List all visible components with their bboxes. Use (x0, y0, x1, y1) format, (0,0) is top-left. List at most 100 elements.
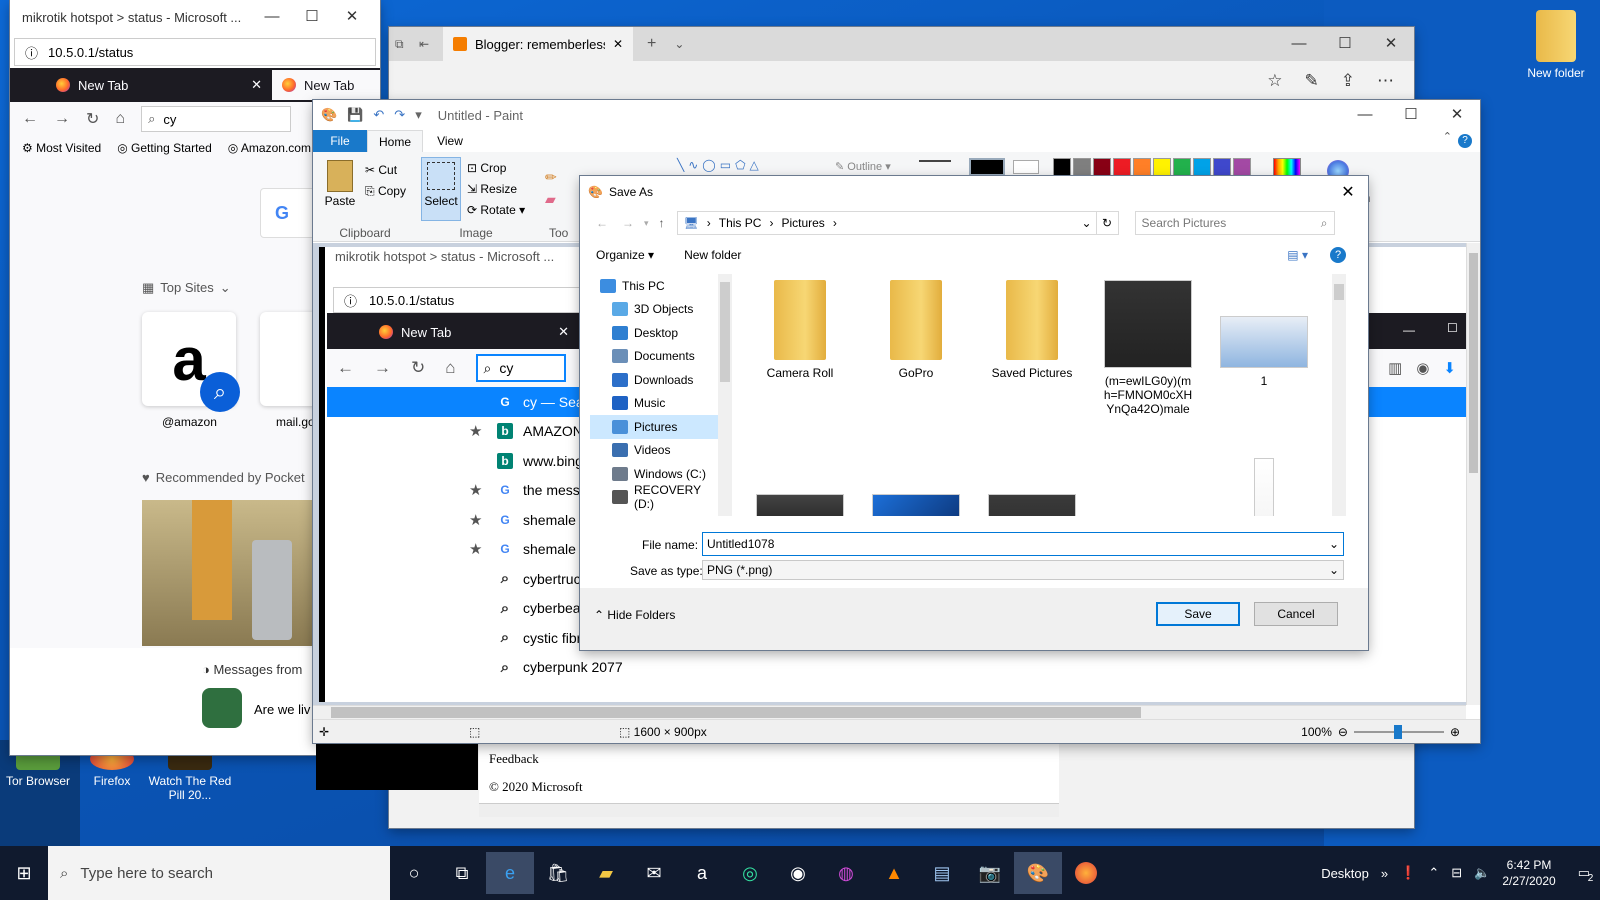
nav-item[interactable]: Music (590, 392, 718, 416)
chevron-down-icon[interactable]: ⌄ (674, 37, 684, 51)
new-tab-button[interactable]: + (647, 35, 656, 53)
close-button[interactable]: ✕ (332, 2, 372, 32)
redo-icon[interactable]: ↷ (394, 107, 405, 123)
image-tile[interactable]: 610 (864, 458, 968, 516)
size-button[interactable] (919, 160, 951, 176)
tab-view[interactable]: View (423, 130, 477, 152)
desktop-icon-red-pill[interactable]: Watch The Red Pill 20... (148, 748, 232, 802)
address-bar[interactable]: ⓘ 10.5.0.1/status (14, 38, 376, 66)
pocket-article-image[interactable] (142, 500, 322, 646)
search-input[interactable]: ⌕ cy (475, 354, 566, 382)
taskbar-paint[interactable]: 🎨 (1014, 852, 1062, 894)
favorites-icon[interactable]: ☆ (1267, 71, 1282, 91)
download-icon[interactable]: ⬇ (1443, 359, 1456, 377)
image-tile[interactable]: bITMAPIMAGEIN (1212, 458, 1316, 516)
taskbar-edge[interactable]: e (486, 852, 534, 894)
forward-icon[interactable]: → (622, 216, 634, 230)
image-tile[interactable]: (m=ewILG0y)(m h=FMNOM0cXH YnQa42O)male (1096, 280, 1200, 416)
address-bar[interactable]: ⓘ 10.5.0.1/status (333, 287, 583, 313)
close-tab-icon[interactable]: ✕ (251, 77, 262, 93)
nav-item[interactable]: Windows (C:) (590, 462, 718, 486)
feedback-link[interactable]: Feedback (489, 745, 1049, 773)
maximize-button[interactable]: ☐ (1322, 29, 1368, 59)
sidebar-icon[interactable]: ▥ (1388, 359, 1402, 377)
crop-button[interactable]: ⊡ Crop (467, 158, 525, 179)
cut-button[interactable]: ✂ Cut (365, 160, 406, 181)
eraser-icon[interactable]: ▰ (545, 188, 557, 210)
scroll-thumb[interactable] (331, 707, 1141, 718)
maximize-button[interactable]: ☐ (1388, 100, 1434, 130)
taskbar-app-1[interactable]: ◉ (774, 852, 822, 894)
zoom-slider-thumb[interactable] (1393, 724, 1402, 739)
paint-hscrollbar[interactable] (313, 705, 1466, 719)
reload-icon[interactable]: ↻ (86, 109, 99, 129)
recent-locations-icon[interactable]: ▾ (644, 218, 649, 229)
nav-item[interactable]: 3D Objects (590, 298, 718, 322)
suggestion-row[interactable]: ⌕ cyberpunk 2077 (327, 653, 1466, 683)
close-button[interactable]: ✕ (1368, 29, 1414, 59)
image-tile[interactable]: 1 (1212, 280, 1316, 388)
resize-button[interactable]: ⇲ Resize (467, 179, 525, 200)
home-icon[interactable]: ⌂ (115, 110, 125, 128)
palette-color-4[interactable] (1133, 158, 1151, 176)
bookmark-most-visited[interactable]: ⚙ Most Visited (22, 141, 101, 155)
select-button[interactable]: Select (421, 157, 461, 221)
tab-1[interactable]: New Tab ✕ (46, 68, 272, 102)
taskbar-search[interactable]: ⌕ Type here to search (48, 846, 390, 900)
chevron-down-icon[interactable]: ⌄ (1081, 216, 1091, 230)
pencil-icon[interactable]: ✏ (545, 166, 557, 188)
folder-tile[interactable]: GoPro (864, 280, 968, 380)
up-icon[interactable]: ↑ (659, 216, 665, 230)
share-icon[interactable]: ⇪ (1341, 71, 1355, 91)
close-tab-icon[interactable]: ✕ (558, 324, 569, 340)
nav-item[interactable]: Documents (590, 345, 718, 369)
palette-color-0[interactable] (1053, 158, 1071, 176)
close-button[interactable]: ✕ (1434, 100, 1480, 130)
tab-2[interactable]: New Tab (272, 70, 380, 100)
help-icon[interactable]: ? (1330, 247, 1346, 263)
nav-item[interactable]: This PC (590, 274, 718, 298)
desktop-toolbar-label[interactable]: Desktop (1321, 866, 1369, 881)
taskbar-vlc[interactable]: ▲ (870, 852, 918, 894)
cortana-button[interactable]: ○ (390, 852, 438, 894)
chevron-down-icon[interactable]: ⌄ (1329, 537, 1339, 551)
copy-button[interactable]: ⎘ Copy (365, 181, 406, 202)
tab-preview-icon[interactable]: ⧉ (395, 37, 419, 52)
taskbar-mail[interactable]: ✉ (630, 852, 678, 894)
image-tile[interactable]: billing_address (1096, 458, 1200, 516)
palette-color-3[interactable] (1113, 158, 1131, 176)
scroll-thumb[interactable] (1334, 284, 1344, 300)
taskbar-store[interactable]: 🛍 (534, 852, 582, 894)
paint-vscrollbar[interactable] (1466, 243, 1480, 705)
reload-icon[interactable]: ↻ (411, 358, 425, 378)
search-input[interactable]: ⌕ cy (141, 106, 292, 132)
breadcrumb-this-pc[interactable]: This PC (719, 216, 762, 230)
scroll-thumb[interactable] (1469, 253, 1478, 473)
palette-color-1[interactable] (1073, 158, 1091, 176)
customize-qat-icon[interactable]: ▾ (415, 107, 422, 123)
chevron-right-icon[interactable]: » (1381, 866, 1388, 881)
zoom-out-button[interactable]: ⊖ (1338, 725, 1348, 739)
rotate-button[interactable]: ⟳ Rotate ▾ (467, 200, 525, 221)
minimize-button[interactable]: — (252, 2, 292, 32)
palette-color-7[interactable] (1193, 158, 1211, 176)
paste-button[interactable]: Paste (323, 160, 357, 208)
breadcrumb[interactable]: 🖥 › This PC › Pictures › ⌄ (676, 211, 1097, 235)
palette-color-9[interactable] (1233, 158, 1251, 176)
image-tile[interactable]: bg_channel_drop (980, 458, 1084, 516)
edge-hscrollbar[interactable] (479, 803, 1059, 817)
help-icon[interactable]: ? (1458, 134, 1472, 148)
tab-file[interactable]: File (313, 130, 367, 152)
new-folder-button[interactable]: New folder (684, 248, 741, 262)
zoom-in-button[interactable]: ⊕ (1450, 725, 1460, 739)
palette-color-2[interactable] (1093, 158, 1111, 176)
show-hidden-icons-icon[interactable]: ⌃ (1428, 865, 1439, 881)
taskbar-camera[interactable]: 📷 (966, 852, 1014, 894)
bookmark-amazon[interactable]: ◎ Amazon.com (228, 141, 311, 155)
back-icon[interactable]: ← (337, 358, 354, 378)
image-tile[interactable]: 7 (748, 458, 852, 516)
save-icon[interactable]: 💾 (347, 107, 363, 123)
back-icon[interactable]: ← (22, 110, 38, 128)
outline-button[interactable]: ✎ Outline ▾ (835, 160, 891, 173)
desktop-icon-new-folder[interactable]: New folder (1516, 10, 1596, 80)
